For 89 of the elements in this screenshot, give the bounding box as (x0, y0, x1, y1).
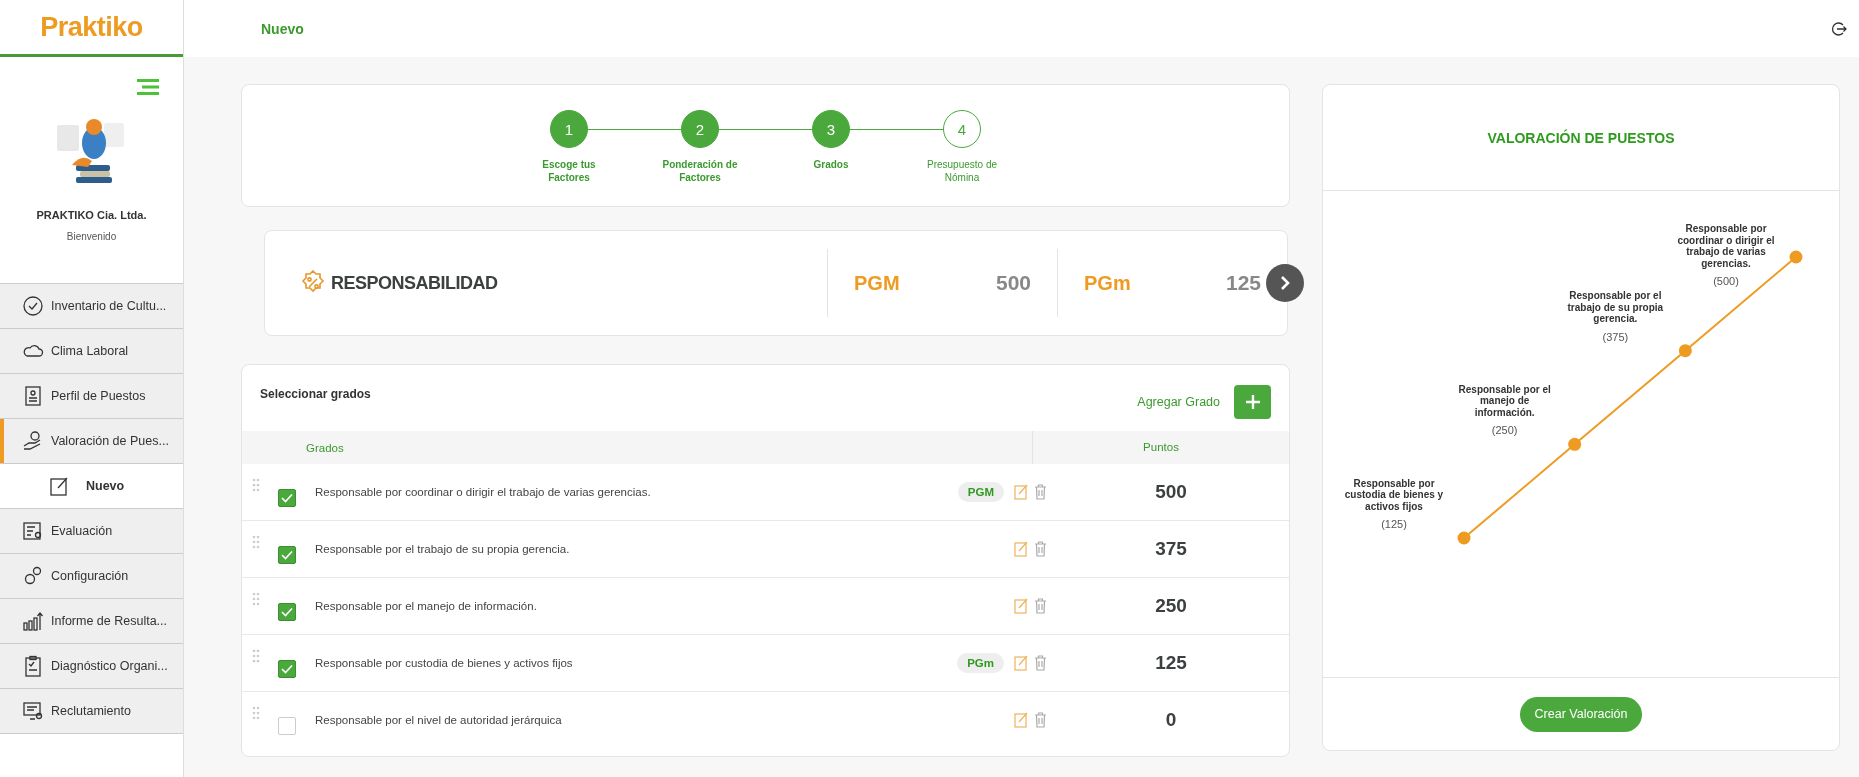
section-title: Seleccionar grados (260, 387, 371, 403)
points-value: 250 (1154, 595, 1188, 617)
checklist-icon (22, 520, 44, 542)
sidebar-item[interactable]: Perfil de Puestos (0, 374, 183, 419)
grade-description: Responsable por el trabajo de su propia gerencia. (315, 543, 571, 555)
sidebar-item[interactable]: Diagnóstico Organi... (0, 644, 183, 689)
edit-icon[interactable] (1014, 541, 1028, 557)
point-value: (250) (1491, 424, 1518, 437)
point-value: (375) (1602, 330, 1629, 343)
grade-description: Responsable por el nivel de autoridad jerárquica (315, 714, 563, 726)
edit-icon[interactable] (1014, 484, 1028, 500)
gears-icon (22, 565, 44, 587)
grade-tag: PGM (957, 482, 1004, 502)
chart-point (1457, 531, 1471, 545)
stat-label: PGm (1084, 271, 1131, 295)
points-value: 0 (1164, 709, 1178, 731)
monitor-icon (22, 700, 44, 722)
next-button[interactable] (1266, 264, 1304, 302)
plus-icon (1244, 394, 1261, 410)
grade-tag: PGm (957, 653, 1004, 673)
grade-description: Responsable por custodia de bienes y activos fijos (315, 657, 574, 669)
column-header: Puntos (1032, 431, 1289, 464)
card-title: VALORACIÓN DE PUESTOS (1487, 129, 1675, 146)
logout-icon[interactable] (1831, 20, 1847, 37)
chart-point (1789, 250, 1803, 264)
edit-icon[interactable] (1014, 598, 1028, 614)
step-label: Presupuesto de Nómina (925, 158, 999, 184)
check-icon (281, 607, 293, 617)
menu-icon[interactable] (137, 79, 159, 95)
sidebar-item[interactable]: Informe de Resulta... (0, 599, 183, 644)
points-value: 375 (1154, 538, 1188, 560)
trash-icon[interactable] (1034, 655, 1047, 671)
step-label: Grados (812, 158, 850, 171)
trash-icon[interactable] (1034, 484, 1047, 500)
sidebar-item[interactable]: Clima Laboral (0, 329, 183, 374)
sidebar-item[interactable]: Configuración (0, 554, 183, 599)
drag-handle-icon[interactable] (252, 535, 260, 549)
checkbox[interactable] (278, 603, 296, 621)
welcome-text: Bienvenido (66, 231, 117, 242)
logo: Praktiko (40, 11, 143, 43)
point-label: Responsable por el manejo de información. (1457, 383, 1552, 419)
factor-name: RESPONSABILIDAD (331, 272, 498, 294)
document-icon (22, 385, 44, 407)
page-title: Nuevo (261, 20, 304, 37)
trash-icon[interactable] (1034, 598, 1047, 614)
point-label: Responsable por custodia de bienes y activos fijos (1343, 477, 1445, 512)
stat-label: PGM (854, 271, 900, 295)
stat-value: 125 (1225, 271, 1261, 295)
drag-handle-icon[interactable] (252, 706, 260, 720)
grade-description: Responsable por coordinar o dirigir el trabajo de varias gerencias. (315, 486, 652, 498)
grade-description: Responsable por el manejo de información. (315, 600, 538, 612)
edit-icon[interactable] (1014, 655, 1028, 671)
chart-point (1568, 437, 1582, 451)
sidebar-item[interactable]: Valoración de Pues... (0, 419, 183, 464)
points-value: 125 (1154, 652, 1188, 674)
check-icon (281, 493, 293, 503)
clipboard-icon (22, 655, 44, 677)
checkbox[interactable] (278, 717, 296, 735)
point-label: Responsable por el trabajo de su propia gerencia. (1566, 290, 1665, 325)
column-header: Grados (305, 441, 345, 454)
checkbox[interactable] (278, 546, 296, 564)
edit-icon (48, 475, 70, 497)
check-circle-icon (22, 295, 44, 317)
point-label: Responsable por coordinar o dirigir el trabajo de varias gerencias. (1676, 223, 1776, 269)
company-name: PRAKTIKO Cia. Ltda. (36, 209, 147, 221)
bar-chart-icon (22, 610, 44, 632)
point-value: (500) (1713, 275, 1739, 287)
chevron-right-icon (1278, 275, 1292, 291)
trash-icon[interactable] (1034, 712, 1047, 728)
drag-handle-icon[interactable] (252, 592, 260, 606)
stat-value: 500 (995, 271, 1031, 295)
checkbox[interactable] (278, 660, 296, 678)
chart-point (1678, 344, 1692, 358)
sidebar-item[interactable]: Reclutamiento (0, 689, 183, 734)
trash-icon[interactable] (1034, 541, 1047, 557)
checkbox[interactable] (278, 489, 296, 507)
check-icon (281, 550, 293, 560)
points-value: 500 (1154, 481, 1188, 503)
add-grade-link[interactable]: Agregar Grado (1137, 395, 1220, 409)
check-icon (281, 664, 293, 674)
step-label: Escoge tus Factores (541, 158, 597, 184)
edit-icon[interactable] (1014, 712, 1028, 728)
add-button[interactable] (1234, 385, 1271, 419)
step-label: Ponderación de Factores (661, 158, 739, 184)
drag-handle-icon[interactable] (252, 649, 260, 663)
point-value: (125) (1381, 518, 1407, 530)
sidebar-item[interactable]: Inventario de Cultu... (0, 284, 183, 329)
sidebar-item[interactable]: Evaluación (0, 509, 183, 554)
drag-handle-icon[interactable] (252, 478, 260, 492)
